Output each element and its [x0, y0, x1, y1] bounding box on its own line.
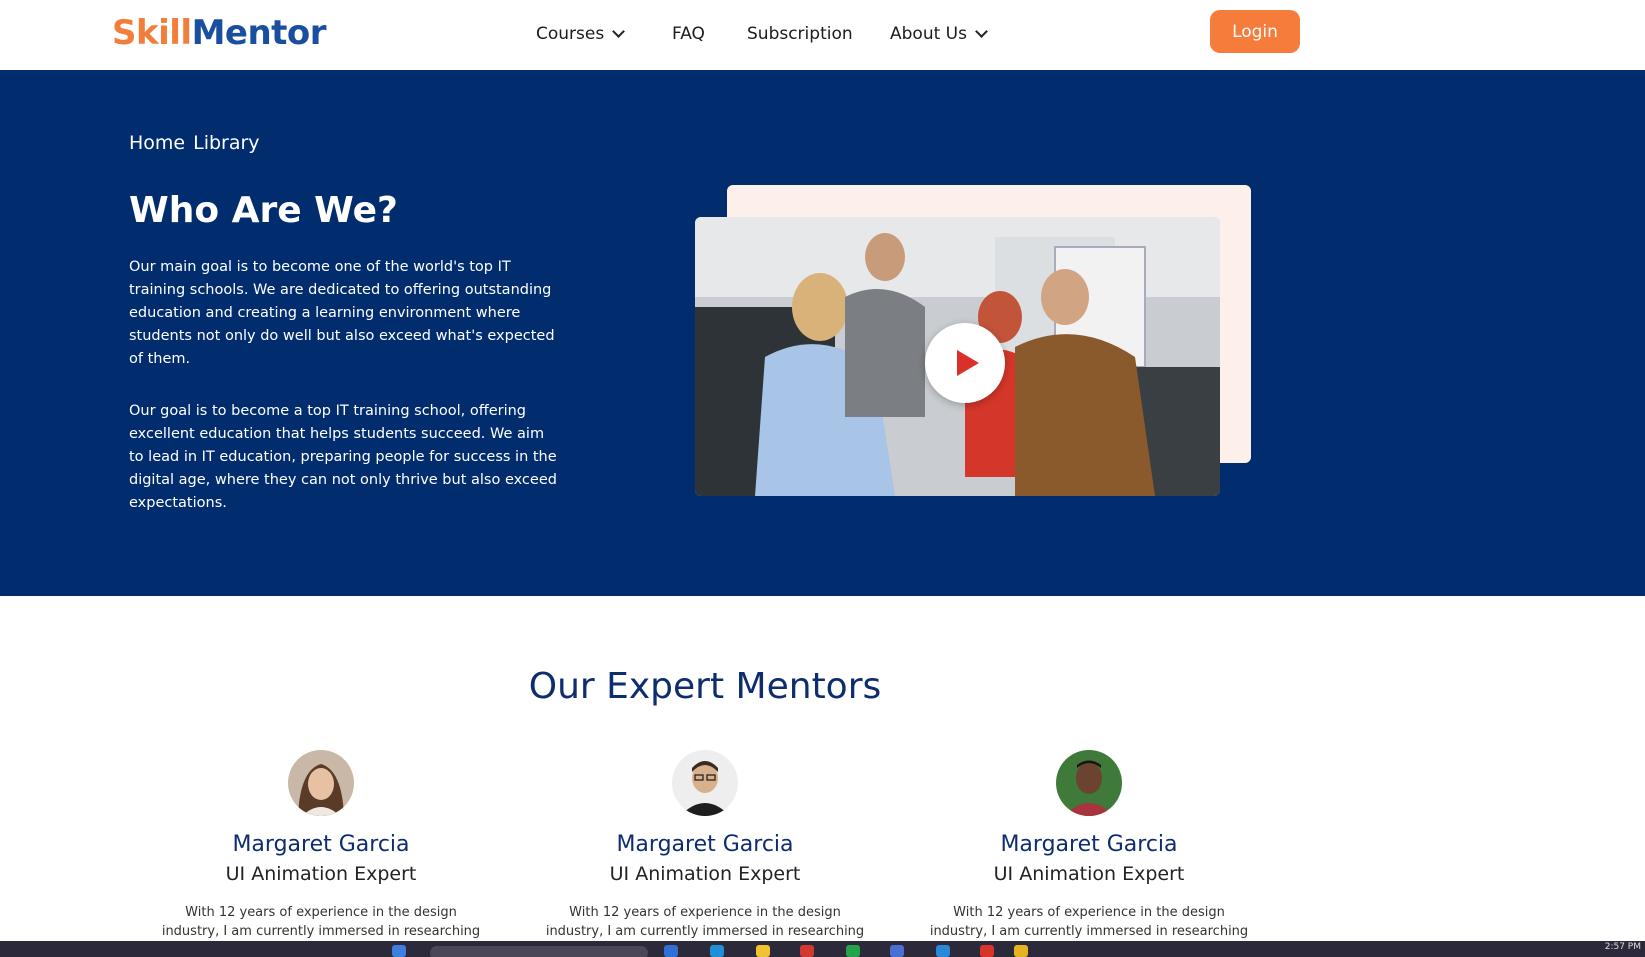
mentor-card[interactable]: Margaret Garcia UI Animation Expert With…: [919, 750, 1259, 957]
breadcrumb-home[interactable]: Home: [129, 132, 185, 154]
mentors-title: Our Expert Mentors: [528, 666, 882, 707]
avatar: [288, 750, 354, 816]
main-nav: Courses FAQ Subscription About Us: [536, 22, 988, 46]
mentor-name: Margaret Garcia: [232, 832, 410, 857]
nav-about-us-label: About Us: [890, 24, 967, 44]
page: SkillMentor Courses FAQ Subscription Abo…: [0, 0, 1645, 957]
app-icon[interactable]: [980, 945, 994, 957]
app-icon[interactable]: [846, 945, 860, 957]
app-icon[interactable]: [664, 945, 678, 957]
avatar: [1056, 750, 1122, 816]
video-thumbnail[interactable]: [695, 217, 1220, 496]
avatar: [672, 750, 738, 816]
logo-part-1: Skill: [112, 13, 192, 53]
hero-paragraph-2: Our goal is to become a top IT training …: [129, 403, 557, 511]
nav-subscription[interactable]: Subscription: [747, 22, 890, 46]
app-icon[interactable]: [800, 945, 814, 957]
mentor-photo: [288, 750, 354, 816]
nav-courses[interactable]: Courses: [536, 22, 672, 46]
mentor-name: Margaret Garcia: [1000, 832, 1178, 857]
nav-faq-label: FAQ: [672, 24, 705, 44]
taskbar-clock: 2:57 PM: [1604, 942, 1641, 952]
chevron-down-icon: [975, 25, 988, 38]
app-icon[interactable]: [936, 945, 950, 957]
mentor-photo: [672, 750, 738, 816]
mentor-card[interactable]: Margaret Garcia UI Animation Expert With…: [535, 750, 875, 957]
hero-section: Home Library Who Are We? Our main goal i…: [0, 70, 1645, 596]
mentor-card[interactable]: Margaret Garcia UI Animation Expert With…: [151, 750, 491, 957]
folder-icon[interactable]: [1014, 945, 1028, 957]
breadcrumb: Home Library: [129, 132, 260, 154]
nav-about-us[interactable]: About Us: [890, 22, 988, 46]
app-icon[interactable]: [710, 945, 724, 957]
site-header: SkillMentor Courses FAQ Subscription Abo…: [0, 0, 1645, 70]
mentor-photo: [1056, 750, 1122, 816]
mentor-role: UI Animation Expert: [993, 863, 1185, 885]
taskbar-search[interactable]: [430, 946, 648, 957]
start-icon[interactable]: [392, 945, 406, 957]
breadcrumb-library[interactable]: Library: [193, 132, 259, 154]
play-button[interactable]: [925, 323, 1005, 403]
nav-subscription-label: Subscription: [747, 24, 853, 44]
login-button[interactable]: Login: [1210, 10, 1300, 53]
logo[interactable]: SkillMentor: [112, 12, 327, 54]
mentor-name: Margaret Garcia: [616, 832, 794, 857]
mentor-role: UI Animation Expert: [609, 863, 801, 885]
chevron-down-icon: [612, 25, 626, 38]
mentor-role: UI Animation Expert: [225, 863, 417, 885]
play-icon: [957, 350, 979, 376]
app-icon[interactable]: [890, 945, 904, 957]
hero-paragraph-1: Our main goal is to become one of the wo…: [129, 259, 555, 367]
nav-courses-label: Courses: [536, 24, 605, 44]
app-icon[interactable]: [756, 945, 770, 957]
hero-title: Who Are We?: [129, 190, 398, 231]
logo-part-2: Mentor: [191, 13, 327, 53]
nav-faq[interactable]: FAQ: [672, 22, 747, 46]
os-taskbar: 2:57 PM: [0, 941, 1645, 957]
